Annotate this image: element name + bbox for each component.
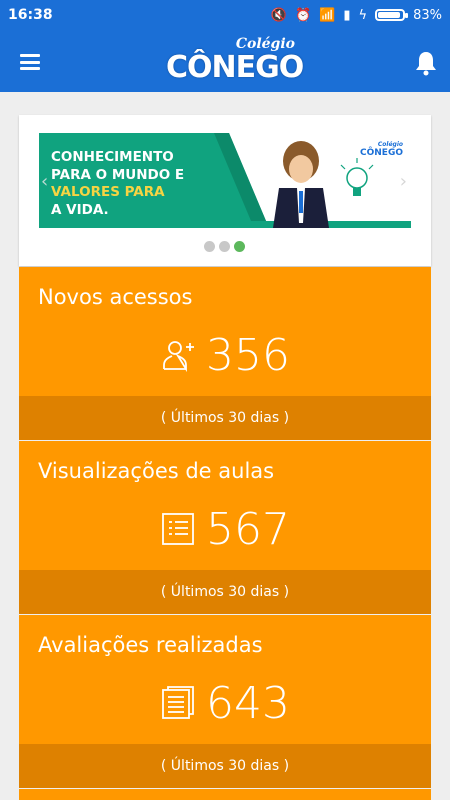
- stat-value: 356: [206, 329, 290, 381]
- stat-value-row: 567: [19, 499, 431, 559]
- stat-value: 643: [206, 677, 290, 729]
- stat-card-lesson-views[interactable]: Visualizações de aulas 567 ( Últimos 30 …: [19, 441, 431, 614]
- signal-icon: ▮: [343, 7, 351, 23]
- stat-card-assessments[interactable]: Avaliações realizadas 643 ( Últimos 30 d…: [19, 615, 431, 788]
- user-add-icon: [163, 341, 194, 373]
- status-time: 16:38: [8, 7, 53, 23]
- banner-logo: Colégio CÔNEGO: [360, 141, 403, 158]
- banner-logo-script: Colégio: [377, 141, 403, 148]
- banner-line-3: VALORES PARA: [51, 184, 165, 200]
- carousel-dot[interactable]: [219, 241, 230, 252]
- app-logo: Colégio CÔNEGO: [160, 36, 304, 86]
- stat-footer[interactable]: ( Últimos 30 dias ): [19, 744, 431, 788]
- banner-card: CONHECIMENTO PARA O MUNDO E VALORES PARA…: [19, 115, 431, 266]
- stat-value-row: 356: [19, 325, 431, 385]
- carousel-dot[interactable]: [234, 241, 245, 252]
- carousel-prev-icon[interactable]: ‹: [41, 171, 48, 192]
- stat-value-row: 643: [19, 673, 431, 733]
- wifi-icon: 📶: [319, 7, 336, 23]
- carousel-indicators: [204, 241, 245, 252]
- mute-icon: 🔇: [270, 7, 287, 23]
- banner-line-4: A VIDA.: [51, 201, 109, 218]
- app-bar: Colégio CÔNEGO: [0, 30, 450, 92]
- banner-logo-main: CÔNEGO: [360, 148, 403, 158]
- bell-icon[interactable]: [414, 50, 438, 76]
- stat-footer[interactable]: ( Últimos 30 dias ): [19, 396, 431, 440]
- stat-value: 567: [206, 503, 290, 555]
- stat-title: Avaliações realizadas: [38, 633, 263, 657]
- banner-line-2: PARA O MUNDO E: [51, 166, 185, 183]
- battery-icon: [375, 9, 409, 21]
- stat-card-new-access[interactable]: Novos acessos 356 ( Últimos 30 dias ): [19, 267, 431, 440]
- logo-main: CÔNEGO: [166, 50, 304, 85]
- banner-line-1: CONHECIMENTO: [51, 149, 174, 165]
- banner-carousel[interactable]: CONHECIMENTO PARA O MUNDO E VALORES PARA…: [39, 133, 411, 228]
- banner-headline: CONHECIMENTO PARA O MUNDO E VALORES PARA…: [51, 149, 184, 219]
- document-list-icon: [162, 686, 194, 719]
- stat-title: Visualizações de aulas: [38, 459, 275, 483]
- charging-icon: ϟ: [358, 7, 368, 23]
- status-bar: 16:38 🔇 ⏰ 📶 ▮ ϟ 83%: [0, 0, 450, 30]
- battery-percent: 83%: [413, 7, 442, 23]
- menu-icon[interactable]: [20, 54, 40, 70]
- list-icon: [162, 513, 194, 545]
- stat-title: Novos acessos: [38, 285, 193, 309]
- alarm-icon: ⏰: [294, 7, 312, 23]
- carousel-dot[interactable]: [204, 241, 215, 252]
- carousel-next-icon[interactable]: ›: [400, 171, 407, 192]
- stat-card-next[interactable]: [19, 789, 431, 800]
- stat-footer[interactable]: ( Últimos 30 dias ): [19, 570, 431, 614]
- status-icons: 🔇 ⏰ 📶 ▮ ϟ 83%: [271, 8, 442, 23]
